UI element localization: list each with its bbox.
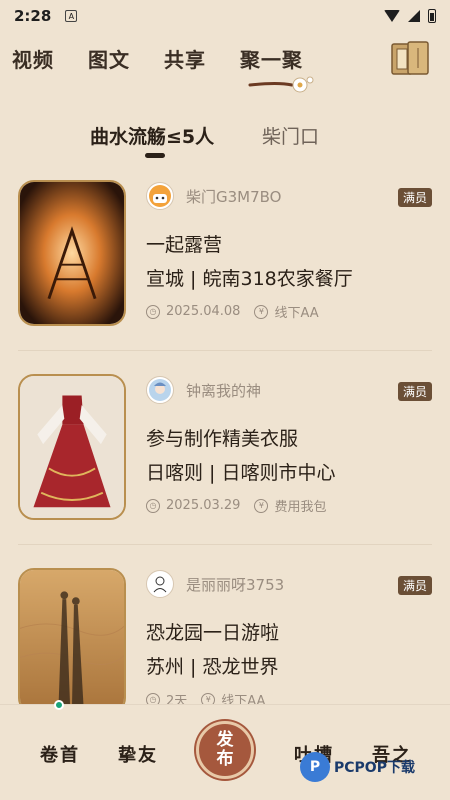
avatar[interactable]	[146, 570, 174, 598]
publish-button[interactable]: 发 布	[196, 721, 254, 779]
avatar[interactable]	[146, 182, 174, 210]
card-fee: 线下AA	[221, 694, 266, 704]
signal-icon	[408, 10, 420, 22]
card-date: 2025.04.08	[166, 304, 241, 319]
nav-home[interactable]: 卷首	[40, 741, 80, 767]
battery-icon	[428, 9, 436, 23]
subtab-small-group[interactable]: 曲水流觞≤5人	[90, 122, 214, 149]
online-dot-icon	[54, 700, 64, 710]
subtab-door[interactable]: 柴门口	[262, 122, 319, 149]
card-title: 一起露营	[146, 234, 223, 256]
username[interactable]: 柴门G3M7BO	[186, 186, 282, 207]
status-badge: 满员	[397, 576, 432, 595]
card-fee: 费用我包	[274, 500, 327, 515]
sub-tabs: 曲水流觞≤5人 柴门口	[0, 122, 450, 162]
app-notification-icon: A	[65, 10, 78, 22]
activity-card[interactable]: 钟离我的神 满员 参与制作精美衣服 日喀则 | 日喀则市中心 ◷ 2025.03…	[18, 362, 432, 556]
wifi-icon	[384, 10, 400, 22]
card-meta: ◷ 2025.03.29 ¥ 费用我包	[146, 496, 326, 515]
status-icons	[384, 9, 436, 23]
status-bar: 2:28 A	[0, 0, 450, 32]
tab-gather-label: 聚一聚	[240, 48, 303, 72]
tab-image-text[interactable]: 图文	[88, 44, 130, 73]
activity-card[interactable]: 柴门G3M7BO 满员 一起露营 宣城 | 皖南318农家餐厅 ◷ 2025.0…	[18, 168, 432, 362]
card-image	[18, 374, 126, 520]
card-location: 苏州 | 恐龙世界	[146, 656, 279, 678]
subtab-active-indicator	[145, 153, 165, 158]
card-date: 2025.03.29	[166, 498, 241, 513]
publish-label-bottom: 布	[216, 749, 234, 769]
flower-branch-icon	[248, 76, 314, 93]
username[interactable]: 是丽丽呀3753	[186, 574, 284, 595]
pcpop-logo-icon: P	[300, 752, 330, 782]
avatar-character-icon	[149, 379, 171, 401]
yen-icon: ¥	[254, 304, 269, 319]
clock-icon: ◷	[146, 692, 160, 704]
card-meta: ◷ 2天 ¥ 线下AA	[146, 690, 265, 704]
card-image	[18, 568, 126, 704]
tab-share[interactable]: 共享	[164, 44, 206, 73]
card-fee: 线下AA	[274, 306, 319, 321]
username[interactable]: 钟离我的神	[186, 380, 261, 401]
tab-video[interactable]: 视频	[12, 44, 54, 73]
avatar[interactable]	[146, 376, 174, 404]
status-time: 2:28	[14, 7, 52, 25]
activity-card[interactable]: 是丽丽呀3753 满员 恐龙园一日游啦 苏州 | 恐龙世界 ◷ 2天 ¥ 线下A…	[18, 556, 432, 704]
card-image	[18, 180, 126, 326]
card-title: 参与制作精美衣服	[146, 428, 299, 450]
tab-gather[interactable]: 聚一聚	[240, 44, 314, 93]
divider	[18, 544, 432, 545]
top-nav: 视频 图文 共享 聚一聚	[12, 41, 438, 93]
watermark-text: PCPOP下载	[334, 760, 415, 776]
yen-icon: ¥	[201, 692, 216, 704]
card-meta: ◷ 2025.04.08 ¥ 线下AA	[146, 302, 319, 321]
card-location: 宣城 | 皖南318农家餐厅	[146, 268, 353, 290]
card-title: 恐龙园一日游啦	[146, 622, 280, 644]
card-date: 2天	[166, 694, 188, 704]
watermark: P PCPOP下载	[300, 752, 415, 782]
card-location: 日喀则 | 日喀则市中心	[146, 462, 336, 484]
avatar-cartoon-icon	[149, 185, 171, 207]
avatar-sketch-icon	[149, 573, 171, 595]
status-badge: 满员	[397, 188, 432, 207]
clock-icon: ◷	[146, 304, 160, 319]
nav-friends[interactable]: 挚友	[118, 741, 158, 767]
book-icon[interactable]	[388, 40, 432, 78]
desert-shadow-image	[20, 570, 124, 704]
publish-label-top: 发	[216, 730, 234, 750]
divider	[18, 350, 432, 351]
activity-feed[interactable]: 柴门G3M7BO 满员 一起露营 宣城 | 皖南318农家餐厅 ◷ 2025.0…	[0, 168, 450, 704]
status-badge: 满员	[397, 382, 432, 401]
yen-icon: ¥	[254, 498, 269, 513]
dress-image	[20, 376, 124, 518]
clock-icon: ◷	[146, 498, 160, 513]
bonfire-image	[20, 182, 124, 324]
